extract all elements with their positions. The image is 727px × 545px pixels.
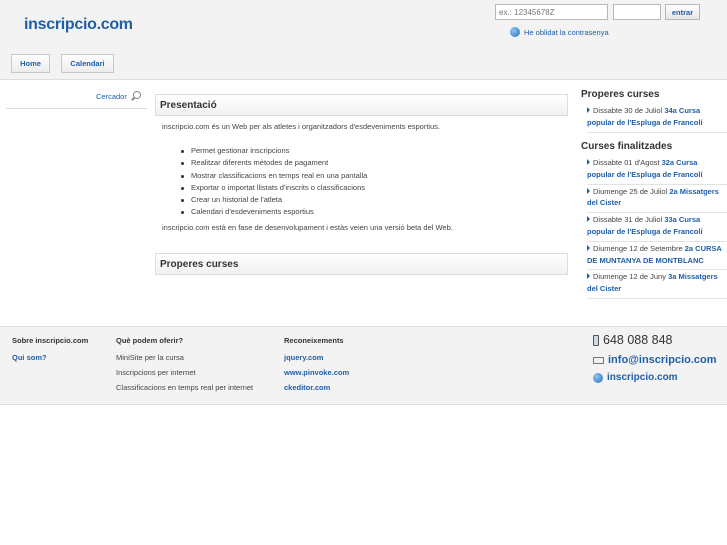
arrow-right-icon	[587, 187, 590, 194]
presentacio-heading: Presentació	[155, 94, 568, 116]
nav-home-button[interactable]: Home	[11, 54, 50, 73]
contact-email-address[interactable]: info@inscripcio.com	[608, 354, 717, 366]
arrow-right-icon	[587, 107, 590, 113]
sidebar-finalitzades-title: Curses finalitzades	[581, 141, 673, 152]
contact-email[interactable]: info@inscripcio.com	[593, 354, 717, 366]
forgot-password-link[interactable]: He oblidat la contrasenya	[510, 27, 609, 37]
search-link[interactable]: Cercador	[96, 90, 142, 102]
footer-col-about: Sobre inscripcio.com Qui som?	[12, 336, 88, 368]
phone-icon	[593, 334, 599, 346]
nav-calendari-button[interactable]: Calendari	[61, 54, 114, 73]
contact-phone-number: 648 088 848	[603, 333, 673, 347]
list-item: Crear un historial de l'atleta	[181, 194, 367, 206]
arrow-right-icon	[587, 273, 590, 280]
footer-col-credits: Reconeixements jquery.com www.pinvoke.co…	[284, 336, 349, 398]
globe-icon	[593, 372, 603, 383]
sidebar-properes-title: Properes curses	[581, 89, 660, 100]
list-item: Permet gestionar inscripcions	[181, 145, 367, 157]
footer-link-jquery[interactable]: jquery.com	[284, 353, 349, 368]
race-date: Dissabte 01 d'Agost	[593, 158, 660, 167]
forgot-password-label: He oblidat la contrasenya	[524, 27, 609, 37]
list-item: Dissabte 30 de Juliol 34a Cursa popular …	[587, 104, 727, 133]
header: inscripcio.com entrar He oblidat la cont…	[0, 0, 727, 80]
footer-heading: Sobre inscripcio.com	[12, 336, 89, 345]
sidebar-finalitzades-list: Dissabte 01 d'Agost 32a Cursa popular de…	[587, 156, 727, 299]
footer-item: Inscripcions per internet	[116, 368, 196, 377]
race-date: Dissabte 31 de Juliol	[593, 215, 663, 225]
contact-web-address[interactable]: inscripcio.com	[607, 372, 678, 383]
search-icon	[130, 90, 142, 102]
list-item: Dissabte 01 d'Agost 32a Cursa popular de…	[587, 156, 727, 185]
contact-web[interactable]: inscripcio.com	[593, 372, 678, 383]
intro-text: inscripcio.com és un Web per als atletes…	[162, 122, 441, 131]
properes-heading: Properes curses	[155, 253, 568, 275]
footer-link-pinvoke[interactable]: www.pinvoke.com	[284, 368, 349, 383]
race-date: Diumenge 25 de Juliol	[593, 186, 668, 196]
contact-phone: 648 088 848	[593, 333, 673, 347]
divider	[6, 108, 147, 109]
list-item: Mostrar classificacions en temps real en…	[181, 170, 367, 182]
beta-notice: inscripcio.com està en fase de desenvolu…	[162, 223, 453, 232]
list-item: Diumenge 12 de Juny 3a Missatgers del Ci…	[587, 270, 727, 299]
site-logo[interactable]: inscripcio.com	[24, 16, 133, 34]
list-item: Calendari d'esdeveniments esportius	[181, 206, 367, 218]
login-password-input[interactable]	[613, 4, 661, 20]
footer-heading: Què podem oferir?	[116, 336, 184, 345]
login-submit-button[interactable]: entrar	[665, 4, 700, 20]
list-item: Dissabte 31 de Juliol 33a Cursa popular …	[587, 213, 727, 242]
list-item: Diumenge 25 de Juliol 2a Missatgers del …	[587, 185, 727, 214]
race-date: Diumenge 12 de Juny	[593, 272, 666, 282]
feature-list: Permet gestionar inscripcions Realitzar …	[181, 145, 367, 219]
footer-link-qui-som[interactable]: Qui som?	[12, 353, 88, 368]
race-date: Diumenge 12 de Setembre	[593, 243, 683, 253]
mail-icon	[593, 356, 604, 364]
footer-item: MiniSite per la cursa	[116, 353, 184, 362]
race-date: Dissabte 30 de Juliol	[593, 106, 663, 115]
list-item: Exportar o importat llistats d'inscrits …	[181, 182, 367, 194]
footer-col-offer: Què podem oferir? MiniSite per la cursa …	[116, 336, 253, 398]
login-user-input[interactable]	[495, 4, 608, 20]
search-label: Cercador	[96, 91, 127, 101]
sidebar-properes-list: Dissabte 30 de Juliol 34a Cursa popular …	[587, 104, 727, 133]
footer-heading: Reconeixements	[284, 336, 344, 345]
arrow-right-icon	[587, 244, 590, 251]
arrow-right-icon	[587, 216, 590, 223]
footer-item: Classificacions en temps real per intern…	[116, 383, 254, 392]
arrow-right-icon	[587, 159, 590, 165]
list-item: Diumenge 12 de Setembre 2a CURSA DE MUNT…	[587, 242, 727, 271]
list-item: Realitzar diferents mètodes de pagament	[181, 157, 367, 169]
globe-icon	[510, 27, 520, 37]
footer-link-ckeditor[interactable]: ckeditor.com	[284, 383, 349, 398]
